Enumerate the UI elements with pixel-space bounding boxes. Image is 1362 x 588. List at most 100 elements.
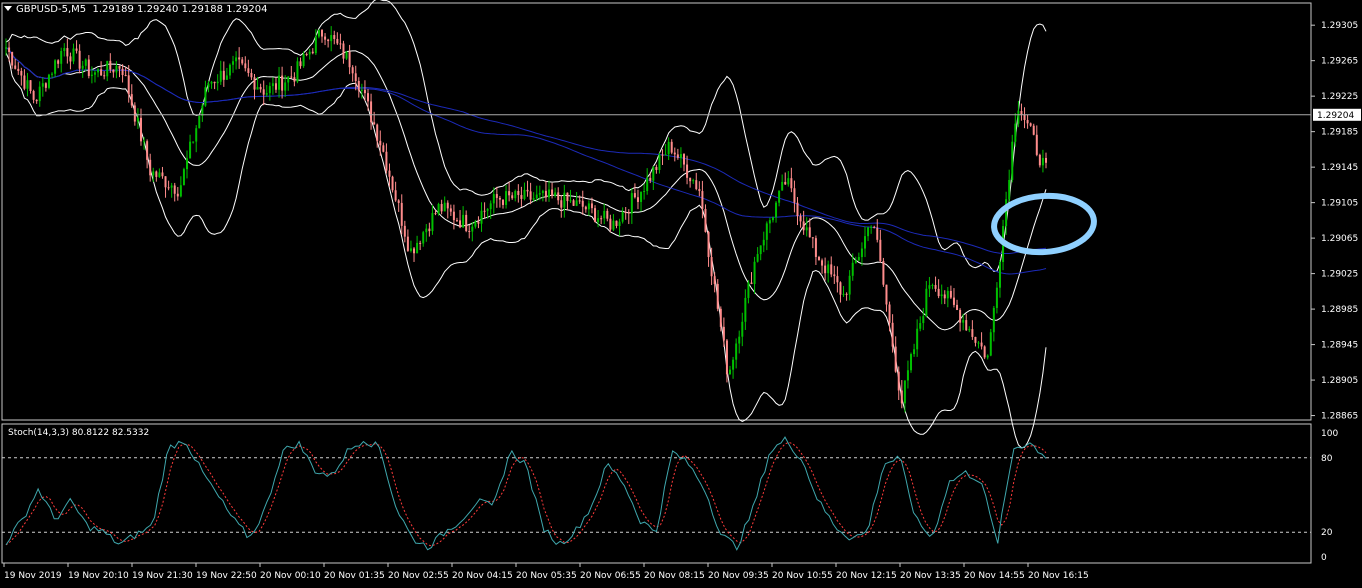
candle-body xyxy=(382,145,385,152)
candle-body xyxy=(106,60,109,77)
candle-body xyxy=(238,57,241,60)
price-tick-label: 1.29225 xyxy=(1321,92,1358,102)
candle-body xyxy=(130,94,133,106)
candle-body xyxy=(93,72,96,75)
candle-body xyxy=(771,217,774,221)
candle-body xyxy=(195,128,198,142)
candle-body xyxy=(1008,179,1011,200)
candle-body xyxy=(753,261,756,284)
candle-body xyxy=(744,297,747,322)
candle-body xyxy=(57,60,60,64)
chevron-down-icon[interactable] xyxy=(4,6,12,11)
candle-body xyxy=(817,256,820,261)
candle-body xyxy=(1026,120,1029,124)
stochastic-pane-border xyxy=(1,423,1312,564)
candle-body xyxy=(630,193,633,214)
candle-body xyxy=(765,223,768,240)
candle-body xyxy=(253,77,256,90)
candle-body xyxy=(587,203,590,210)
time-tick-label: 20 Nov 14:55 xyxy=(964,571,1025,581)
candle-body xyxy=(452,211,455,221)
candle-body xyxy=(278,75,281,90)
candle-body xyxy=(232,61,235,65)
candle-body xyxy=(437,204,440,214)
candle-body xyxy=(314,36,317,54)
candle-body xyxy=(63,48,66,52)
candle-body xyxy=(330,35,333,42)
candle-body xyxy=(824,265,827,274)
candle-body xyxy=(207,83,210,88)
candle-body xyxy=(492,194,495,204)
time-tick-label: 19 Nov 21:30 xyxy=(132,571,193,581)
time-tick-label: 19 Nov 22:50 xyxy=(196,571,257,581)
candle-body xyxy=(854,260,857,263)
candle-body xyxy=(541,190,544,194)
candle-body xyxy=(1014,123,1017,142)
candle-body xyxy=(640,191,643,202)
candle-body xyxy=(339,43,342,45)
candle-body xyxy=(860,248,863,258)
candle-body xyxy=(351,67,354,74)
candle-body xyxy=(259,87,262,90)
candle-body xyxy=(842,293,845,295)
candle-body xyxy=(775,202,778,218)
candle-body xyxy=(480,210,483,224)
candle-body xyxy=(584,206,587,210)
candle-body xyxy=(716,283,719,309)
candle-body xyxy=(173,185,176,194)
candle-body xyxy=(888,304,891,323)
candle-body xyxy=(529,191,532,200)
candle-body xyxy=(686,164,689,178)
candle-body xyxy=(305,54,308,56)
price-tick-label: 1.29025 xyxy=(1321,270,1358,280)
candle-body xyxy=(787,178,790,185)
candle-body xyxy=(643,191,646,193)
candle-body xyxy=(833,274,836,277)
candle-body xyxy=(1005,199,1008,227)
stochastic-header: Stoch(14,3,3) 80.8122 82.5332 xyxy=(8,428,150,438)
candle-body xyxy=(928,285,931,289)
candle-body xyxy=(413,248,416,254)
chart-window[interactable]: 1.29305 1.29265 1.29225 1.29185 1.29145 1.291… xyxy=(0,0,1362,584)
candle-body xyxy=(213,81,216,84)
candle-body xyxy=(296,61,299,82)
candle-body xyxy=(403,225,406,237)
time-tick-label: 20 Nov 04:15 xyxy=(452,571,513,581)
price-chart-svg[interactable]: 1.29305 1.29265 1.29225 1.29185 1.29145 1.291… xyxy=(0,0,1362,584)
time-tick-label: 20 Nov 02:55 xyxy=(388,571,449,581)
candle-body xyxy=(51,73,54,75)
candle-body xyxy=(317,30,320,37)
time-tick-label: 20 Nov 10:55 xyxy=(772,571,833,581)
candle-body xyxy=(762,239,765,246)
candle-body xyxy=(867,227,870,237)
candle-body xyxy=(956,304,959,310)
candle-body xyxy=(152,171,155,176)
candle-body xyxy=(563,192,566,208)
candle-body xyxy=(974,336,977,343)
candle-body xyxy=(345,51,348,59)
candle-body xyxy=(20,70,23,76)
candle-body xyxy=(594,208,597,222)
candle-body xyxy=(937,288,940,297)
candle-body xyxy=(560,200,563,208)
candle-body xyxy=(873,226,876,228)
candle-body xyxy=(35,99,38,102)
candle-body xyxy=(164,176,167,188)
candle-body xyxy=(612,220,615,230)
candle-body xyxy=(124,75,127,77)
time-tick-label: 20 Nov 13:35 xyxy=(900,571,961,581)
candle-body xyxy=(370,101,373,123)
candle-body xyxy=(894,346,897,372)
candle-body xyxy=(827,264,830,274)
candle-body xyxy=(483,210,486,212)
candle-body xyxy=(876,227,879,240)
candle-body xyxy=(615,220,618,226)
candle-body xyxy=(431,213,434,232)
candle-body xyxy=(870,226,873,228)
candle-body xyxy=(725,340,728,375)
candle-body xyxy=(5,47,7,49)
candle-body xyxy=(652,167,655,181)
candle-body xyxy=(192,141,195,143)
candle-body xyxy=(535,194,538,199)
candle-body xyxy=(158,172,161,177)
